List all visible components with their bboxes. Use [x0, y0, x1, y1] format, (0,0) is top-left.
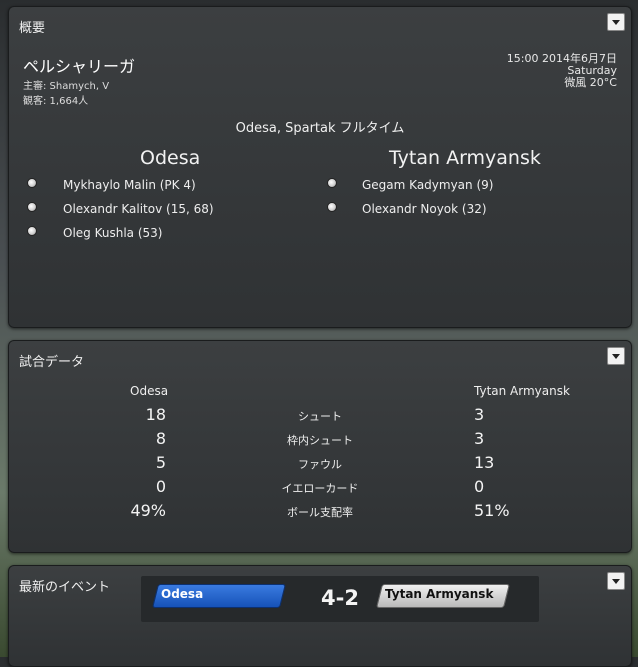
- chevron-down-icon: [612, 19, 620, 25]
- stats-home-header: Odesa: [130, 384, 169, 398]
- stat-home-value: 18: [145, 405, 166, 424]
- venue-status: Odesa, Spartak フルタイム: [235, 121, 405, 136]
- overview-panel: 概要 ペルシャリーガ 主審: Shamych, V 観客: 1,664人 15:…: [8, 6, 632, 328]
- stat-away-value: 3: [474, 429, 485, 448]
- stat-row: 8 枠内シュート 3: [9, 429, 631, 453]
- stat-label: イエローカード: [281, 482, 359, 495]
- stat-home-value: 5: [155, 453, 166, 472]
- chevron-down-icon: [612, 353, 620, 359]
- referee: 主審: Shamych, V: [23, 81, 110, 92]
- stat-home-value: 0: [155, 477, 166, 496]
- stat-away-value: 51%: [474, 501, 510, 520]
- stat-label: ファウル: [298, 458, 342, 471]
- stat-away-value: 13: [474, 453, 495, 472]
- stat-row: 0 イエローカード 0: [9, 477, 631, 501]
- home-scorer: Mykhaylo Malin (PK 4): [63, 178, 196, 192]
- ball-icon: [327, 202, 337, 212]
- chevron-down-icon: [612, 578, 620, 584]
- stat-label: ボール支配率: [287, 506, 353, 519]
- stats-away-header: Tytan Armyansk: [474, 384, 570, 398]
- attendance: 観客: 1,664人: [23, 96, 89, 107]
- stat-label: 枠内シュート: [287, 434, 353, 447]
- overview-title: 概要: [19, 21, 46, 36]
- stat-label: シュート: [298, 410, 342, 423]
- stat-home-value: 49%: [130, 501, 166, 520]
- stat-away-value: 3: [474, 405, 485, 424]
- scoreboard-away-team: Tytan Armyansk: [385, 587, 494, 601]
- latest-events-title: 最新のイベント: [19, 580, 111, 595]
- away-team-name: Tytan Armyansk: [389, 147, 541, 169]
- ball-icon: [327, 178, 337, 188]
- match-stats-panel: 試合データ Odesa Tytan Armyansk 18 シュート 3 8 枠…: [8, 340, 632, 553]
- ball-icon: [27, 226, 37, 236]
- events-collapse-button[interactable]: [607, 572, 625, 590]
- scoreboard: Odesa 4-2 Tytan Armyansk: [141, 576, 539, 622]
- home-scorer: Olexandr Kalitov (15, 68): [63, 202, 214, 216]
- match-weather: 微風 20°C: [564, 76, 617, 89]
- stat-row: 18 シュート 3: [9, 405, 631, 429]
- home-scorer: Oleg Kushla (53): [63, 226, 163, 240]
- stat-row: 5 ファウル 13: [9, 453, 631, 477]
- away-scorer: Gegam Kadymyan (9): [362, 178, 494, 192]
- match-stats-title: 試合データ: [19, 355, 85, 370]
- home-team-name: Odesa: [140, 147, 201, 169]
- ball-icon: [27, 178, 37, 188]
- ball-icon: [27, 202, 37, 212]
- overview-collapse-button[interactable]: [607, 13, 625, 31]
- stat-home-value: 8: [155, 429, 166, 448]
- stat-away-value: 0: [474, 477, 485, 496]
- away-scorer: Olexandr Noyok (32): [362, 202, 487, 216]
- league-name: ペルシャリーガ: [23, 57, 136, 76]
- latest-events-panel: 最新のイベント Odesa 4-2 Tytan Armyansk: [8, 565, 632, 667]
- stat-row: 49% ボール支配率 51%: [9, 501, 631, 525]
- stats-collapse-button[interactable]: [607, 347, 625, 365]
